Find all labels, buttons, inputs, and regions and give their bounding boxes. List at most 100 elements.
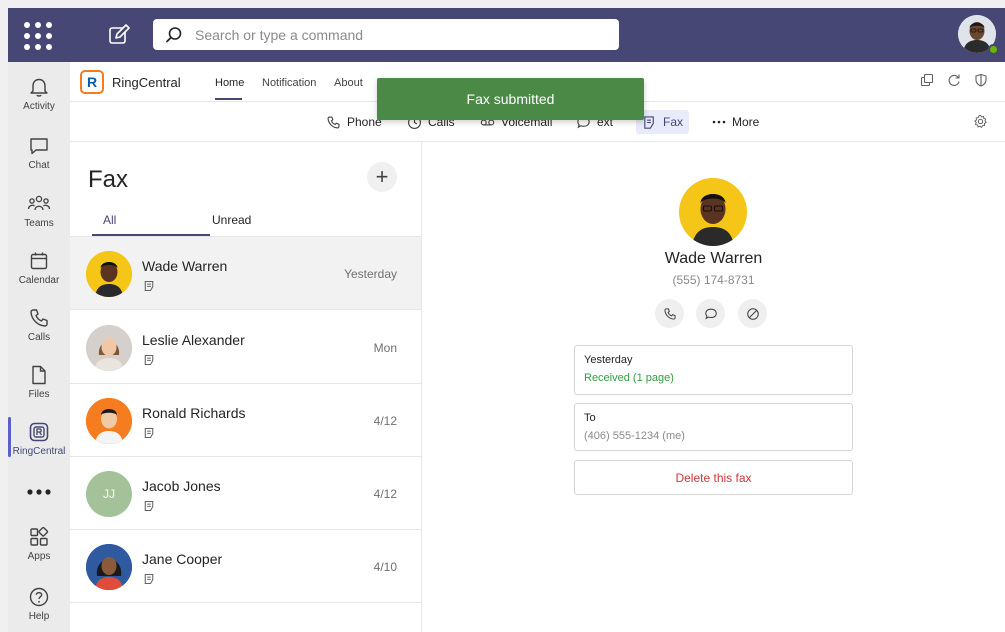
contact-name: Ronald Richards — [142, 405, 246, 421]
fax-date: Mon — [373, 341, 397, 355]
rail-label: RingCentral — [12, 446, 66, 457]
rail-label: Activity — [23, 101, 55, 112]
contact-name: Jane Cooper — [142, 551, 223, 567]
rail-label: Apps — [27, 551, 51, 562]
filter-tab-unread[interactable]: Unread — [212, 213, 251, 227]
contact-name: Wade Warren — [664, 250, 763, 267]
block-icon — [746, 307, 759, 320]
fax-list-pane: Fax + All Unread Wade Warren Yesterday L… — [70, 142, 422, 632]
rail-item-activity[interactable]: Activity — [8, 66, 70, 122]
fax-list-item[interactable]: Wade Warren Yesterday — [70, 237, 421, 310]
recipient-number: (406) 555-1234 (me) — [584, 430, 685, 442]
search-input[interactable] — [195, 26, 595, 43]
bell-icon — [30, 78, 48, 97]
page-title: Fax — [88, 166, 129, 193]
tab-about[interactable]: About — [334, 77, 363, 89]
contact-name: Leslie Alexander — [142, 332, 245, 348]
fax-icon — [144, 280, 154, 292]
search-icon — [166, 26, 182, 42]
fax-recipient-card: To (406) 555-1234 (me) — [574, 403, 853, 451]
apps-icon — [30, 526, 49, 546]
file-icon — [32, 365, 46, 385]
fax-detail-pane: Wade Warren (555) 174-8731 Yesterday Rec… — [422, 142, 1005, 632]
rail-item-ringcentral[interactable]: RingCentral — [8, 411, 70, 467]
rail-item-apps[interactable]: Apps — [8, 516, 70, 572]
contact-name: Jacob Jones — [142, 478, 221, 494]
fax-icon — [144, 573, 154, 585]
fax-icon — [144, 354, 154, 366]
search-box[interactable] — [153, 19, 619, 50]
teams-icon — [27, 195, 51, 211]
app-launcher-icon[interactable] — [24, 22, 52, 50]
app-name: RingCentral — [112, 75, 181, 90]
filter-tab-all[interactable]: All — [103, 213, 116, 227]
rail-label: Calls — [27, 332, 51, 343]
toolbar-more-button[interactable]: More — [706, 110, 765, 134]
rail-item-calls[interactable]: Calls — [8, 297, 70, 353]
message-button[interactable] — [696, 299, 725, 328]
fax-icon — [644, 115, 654, 129]
fax-icon — [144, 500, 154, 512]
help-icon — [29, 587, 49, 607]
refresh-icon[interactable] — [947, 73, 961, 87]
rail-label: Teams — [24, 218, 54, 229]
more-horizontal-icon — [27, 489, 51, 495]
phone-icon — [663, 307, 676, 320]
rail-item-files[interactable]: Files — [8, 354, 70, 410]
contact-name: Wade Warren — [142, 258, 228, 274]
fax-date: 4/12 — [373, 414, 397, 428]
block-button[interactable] — [738, 299, 767, 328]
shield-icon[interactable] — [974, 73, 988, 87]
left-rail: Activity Chat Teams Calendar Calls Files… — [8, 62, 70, 632]
fax-list-item[interactable]: JJ Jacob Jones 4/12 — [70, 457, 421, 530]
fax-icon — [144, 427, 154, 439]
fax-date: 4/10 — [373, 560, 397, 574]
fax-date: 4/12 — [373, 487, 397, 501]
call-button[interactable] — [655, 299, 684, 328]
calendar-icon — [30, 252, 48, 270]
fax-list-item[interactable]: Ronald Richards 4/12 — [70, 384, 421, 457]
compose-icon[interactable] — [105, 21, 133, 49]
rail-item-chat[interactable]: Chat — [8, 125, 70, 181]
chat-icon — [30, 138, 48, 155]
recipient-label: To — [584, 412, 596, 424]
rail-label: Files — [28, 389, 50, 400]
delete-fax-button[interactable]: Delete this fax — [574, 460, 853, 495]
phone-icon — [327, 116, 340, 129]
rail-item-teams[interactable]: Teams — [8, 183, 70, 239]
tab-home[interactable]: Home — [215, 77, 244, 89]
toolbar-label: Fax — [663, 115, 684, 129]
phone-icon — [30, 309, 48, 327]
fax-list-item[interactable]: Leslie Alexander Mon — [70, 311, 421, 384]
new-fax-button[interactable]: + — [367, 162, 397, 192]
rail-item-calendar[interactable]: Calendar — [8, 240, 70, 296]
presence-available-icon — [988, 44, 999, 55]
chat-icon — [704, 308, 717, 319]
fax-status: Received (1 page) — [584, 372, 674, 384]
rail-item-help[interactable]: Help — [8, 576, 70, 632]
settings-gear-icon[interactable] — [973, 114, 988, 129]
rail-label: Chat — [28, 160, 50, 171]
contact-phone: (555) 174-8731 — [672, 273, 755, 287]
avatar — [86, 398, 132, 444]
tab-notification[interactable]: Notification — [262, 77, 316, 89]
toolbar-label: More — [732, 115, 760, 129]
rail-label: Calendar — [18, 275, 60, 286]
popout-icon[interactable] — [920, 73, 934, 87]
avatar — [86, 251, 132, 297]
ringcentral-logo-icon: R — [80, 70, 104, 94]
active-tab-indicator — [215, 98, 242, 100]
top-bar — [8, 8, 1005, 62]
fax-status-card: Yesterday Received (1 page) — [574, 345, 853, 395]
fax-date-label: Yesterday — [584, 354, 633, 366]
fax-date: Yesterday — [344, 267, 397, 281]
avatar — [86, 325, 132, 371]
ringcentral-icon — [29, 422, 49, 442]
fax-list-item[interactable]: Jane Cooper 4/10 — [70, 530, 421, 603]
contact-avatar — [679, 178, 747, 246]
more-horizontal-icon — [712, 120, 726, 124]
rail-more-apps-button[interactable] — [8, 464, 70, 520]
avatar: JJ — [86, 471, 132, 517]
fax-submitted-toast: Fax submitted — [377, 78, 644, 120]
rail-label: Help — [28, 611, 50, 622]
